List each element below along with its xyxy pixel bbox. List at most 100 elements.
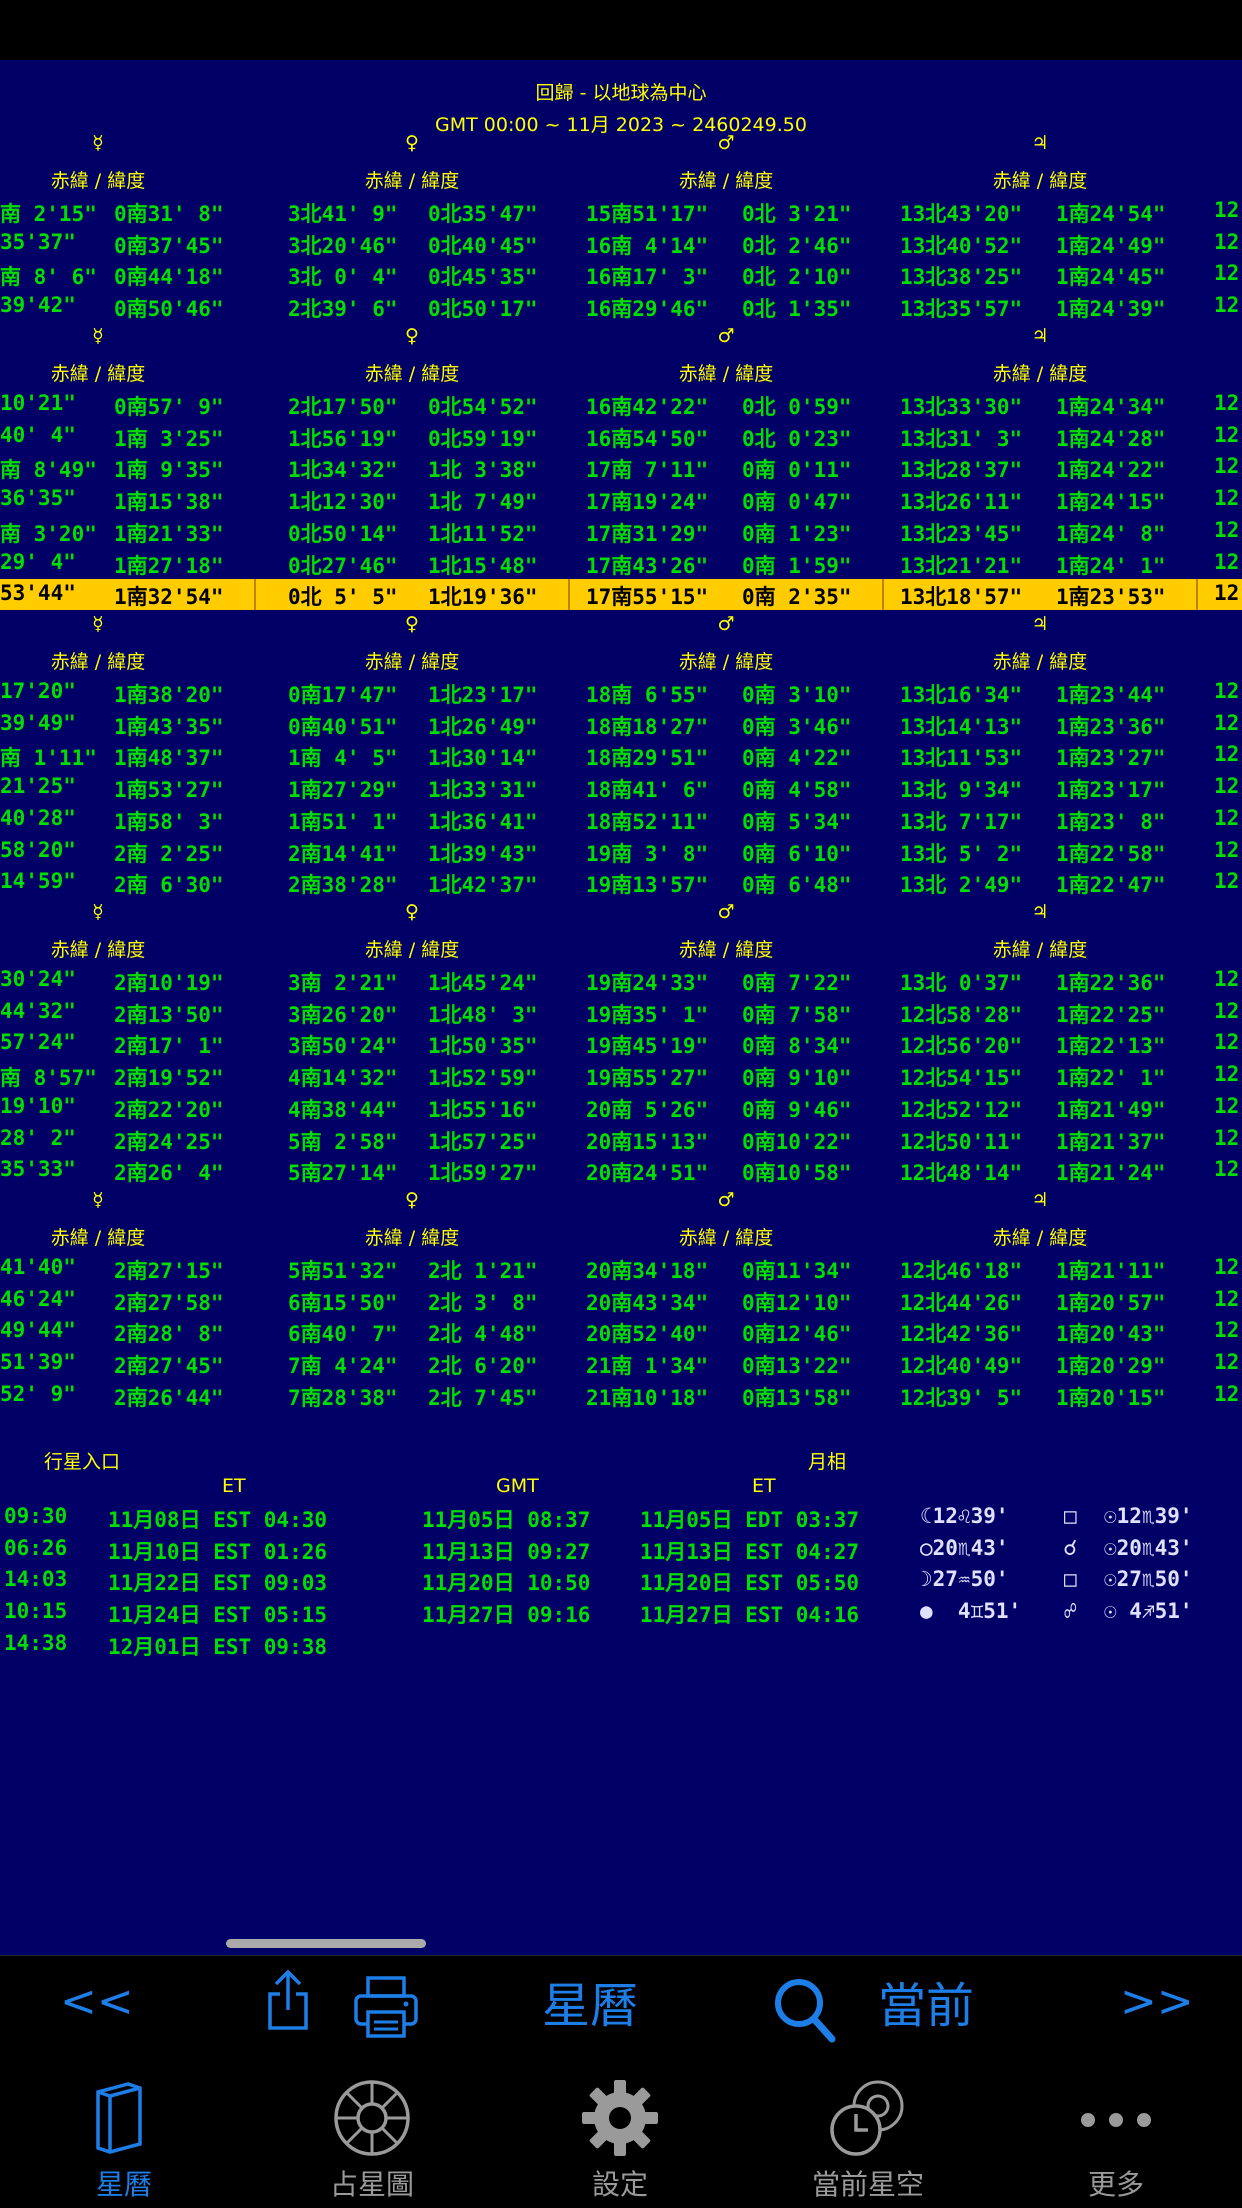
column-header: 赤緯 / 緯度 (364, 363, 460, 385)
ephemeris-cell: 2南22'20" (114, 1097, 224, 1122)
tab-ephemeris[interactable]: 星曆 (0, 2060, 248, 2208)
ephemeris-cell: 1南43'35" (114, 714, 224, 739)
sun-position: ☉27♏50' (1104, 1567, 1193, 1592)
ephemeris-cell: 0南 1'23" (742, 521, 852, 546)
ephemeris-cell: 20南43'34" (586, 1290, 709, 1315)
sun-position: ☉ 4♐51' (1104, 1599, 1193, 1624)
tab-chart-wheel[interactable]: 占星圖 (248, 2060, 496, 2208)
ephemeris-cell: 35'33" (0, 1157, 76, 1182)
ephemeris-cell: 13北21'21" (900, 553, 1023, 578)
ephemeris-cell: 13北 7'17" (900, 809, 1023, 834)
ephemeris-panel: 回歸 - 以地球為中心 GMT 00:00 ~ 11月 2023 ~ 24602… (0, 60, 1242, 1955)
ephemeris-cell: 0北40'45" (428, 233, 538, 258)
ephemeris-cell: 1北36'41" (428, 809, 538, 834)
ephemeris-cell: 28' 2" (0, 1125, 76, 1150)
ephemeris-cell: 2南14'41" (288, 841, 398, 866)
ephemeris-cell: 0北59'19" (428, 426, 538, 451)
ephemeris-cell: 1北30'14" (428, 746, 538, 771)
ephemeris-cell: 12 (1214, 679, 1240, 703)
ephemeris-cell: 0南 7'22" (742, 971, 852, 995)
ephemeris-cell: 2南26'44" (114, 1385, 224, 1410)
planet-symbol: ☿ (92, 1189, 104, 1211)
ephemeris-cell: 13北16'34" (900, 683, 1023, 707)
ephemeris-cell: 17南43'26" (586, 553, 709, 578)
search-icon[interactable] (772, 1976, 838, 2046)
ephemeris-cell: 1南22'36" (1056, 971, 1166, 995)
ingress-et: 12月01日 EST 09:38 (108, 1634, 328, 1659)
prev-button[interactable]: << (60, 1976, 134, 2027)
ephemeris-cell: 0南31' 8" (114, 202, 224, 226)
ephemeris-cell: 39'49" (0, 710, 76, 735)
ephemeris-cell: 1南22'25" (1056, 1002, 1166, 1027)
highlight-separator (882, 579, 884, 611)
ephemeris-cell: 12 (1214, 774, 1240, 799)
ephemeris-cell: 2南28' 8" (114, 1322, 224, 1347)
next-button[interactable]: >> (1120, 1976, 1194, 2027)
ephemeris-cell: 12北44'26" (900, 1290, 1023, 1315)
aspect-symbol: □ (1064, 1567, 1077, 1592)
ephemeris-cell: 0北 2'10" (742, 265, 852, 290)
scroll-indicator[interactable] (226, 1939, 426, 1948)
ephemeris-cell: 0南 6'10" (742, 841, 852, 866)
ephemeris-cell: 0北50'14" (288, 521, 398, 546)
ephemeris-cell: 5南 2'58" (288, 1129, 398, 1154)
aspect-symbol: ☍ (1064, 1599, 1077, 1624)
ephemeris-cell: 18南29'51" (586, 746, 709, 771)
tab-more[interactable]: 更多 (992, 2060, 1240, 2208)
ephemeris-cell: 1北11'52" (428, 521, 538, 546)
ephemeris-cell: 1南 3'25" (114, 426, 224, 451)
ephemeris-cell: 29' 4" (0, 549, 76, 574)
current-button[interactable]: 當前 (878, 1966, 974, 2036)
ephemeris-cell: 0北 0'23" (742, 426, 852, 451)
ephemeris-cell: 16南54'50" (586, 426, 709, 451)
planet-symbol: ♀ (405, 901, 419, 923)
ephemeris-cell: 南 1'11" (0, 746, 97, 771)
ephemeris-cell: 39'42" (0, 293, 76, 318)
ephemeris-cell: 3南50'24" (288, 1034, 398, 1059)
ephemeris-cell: 0南 0'47" (742, 490, 852, 515)
share-icon[interactable] (262, 1968, 314, 2032)
ephemeris-cell: 2南26' 4" (114, 1161, 224, 1186)
aspect-symbol: ☌ (1064, 1535, 1077, 1560)
column-header: 赤緯 / 緯度 (364, 170, 460, 192)
ephemeris-cell: 1南24' 1" (1056, 553, 1166, 578)
planet-symbol: ☿ (92, 901, 104, 923)
moon-gmt-header: GMT (496, 1475, 539, 1497)
ephemeris-cell: 3南26'20" (288, 1002, 398, 1027)
moon-et: 11月13日 EST 04:27 (640, 1539, 860, 1564)
ephemeris-cell: 13北 0'37" (900, 971, 1023, 995)
tab-settings[interactable]: 設定 (496, 2060, 744, 2208)
ephemeris-cell: 12北52'12" (900, 1097, 1023, 1122)
ephemeris-cell: 18南41' 6" (586, 778, 709, 803)
ephemeris-cell: 2南 2'25" (114, 841, 224, 866)
sun-position: ☉12♏39' (1104, 1504, 1193, 1528)
ephemeris-cell: 0南37'45" (114, 233, 224, 258)
ephemeris-cell: 0南 0'11" (742, 458, 852, 483)
tab-current-sky[interactable]: 當前星空 (744, 2060, 992, 2208)
ephemeris-cell: 3南 2'21" (288, 971, 398, 995)
ephemeris-cell: 12 (1214, 710, 1240, 735)
ephemeris-cell: 18南 6'55" (586, 683, 709, 707)
ephemeris-cell: 5南51'32" (288, 1259, 398, 1283)
ephemeris-cell: 1南22'58" (1056, 841, 1166, 866)
column-header: 赤緯 / 緯度 (678, 651, 774, 673)
column-header: 赤緯 / 緯度 (50, 939, 146, 961)
ephemeris-cell: 0南12'10" (742, 1290, 852, 1315)
moon-gmt: 11月13日 09:27 (422, 1539, 591, 1564)
ephemeris-cell: 12北42'36" (900, 1322, 1023, 1347)
ephemeris-cell: 1北33'31" (428, 778, 538, 803)
ephemeris-cell: 12 (1214, 293, 1240, 318)
ephemeris-cell: 1北12'30" (288, 490, 398, 515)
more-dots-icon (1081, 2113, 1151, 2127)
ephemeris-cell: 6南15'50" (288, 1290, 398, 1315)
column-header: 赤緯 / 緯度 (992, 651, 1088, 673)
ephemeris-cell: 1南23'17" (1056, 778, 1166, 803)
print-icon[interactable] (352, 1974, 420, 2040)
column-header: 赤緯 / 緯度 (364, 1227, 460, 1249)
ephemeris-cell: 0北 1'35" (742, 297, 852, 322)
moon-position: ● 4♊51' (920, 1599, 1022, 1624)
ephemeris-cell: 1南38'20" (114, 683, 224, 707)
ephemeris-cell: 1北55'16" (428, 1097, 538, 1122)
ephemeris-cell: 13北26'11" (900, 490, 1023, 515)
ephemeris-cell: 13北40'52" (900, 233, 1023, 258)
